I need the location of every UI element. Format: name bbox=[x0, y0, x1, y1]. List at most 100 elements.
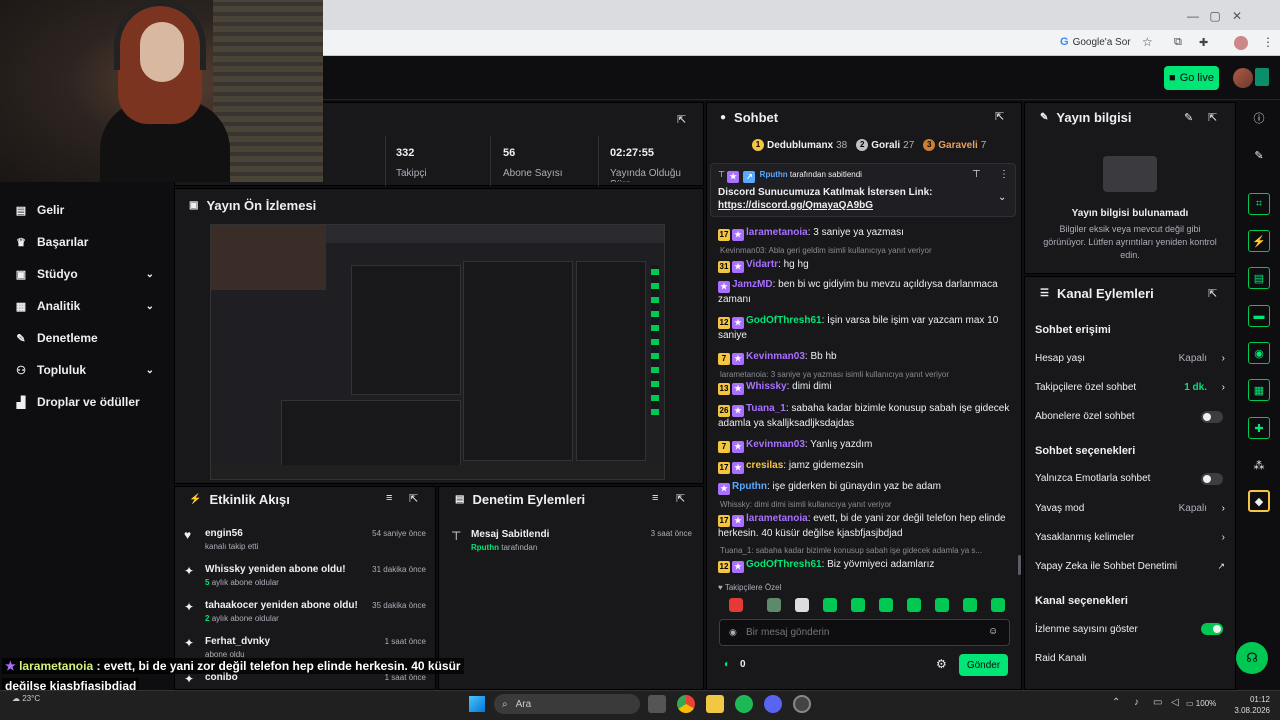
chat-username[interactable]: GodOfThresh61 bbox=[746, 315, 822, 326]
discord-icon[interactable] bbox=[764, 695, 782, 713]
popout-icon[interactable]: ⇱ bbox=[995, 110, 1004, 123]
pinned-more-icon[interactable]: ⋮ bbox=[999, 169, 1009, 180]
chat-icon[interactable]: ▬ bbox=[1248, 305, 1270, 327]
task-view-icon[interactable] bbox=[648, 695, 666, 713]
emote-only-toggle[interactable] bbox=[1201, 473, 1223, 485]
slow-mode-row[interactable]: Yavaş mod Kapalı › bbox=[1035, 503, 1225, 514]
help-headset-icon[interactable]: ☊ bbox=[1236, 642, 1268, 674]
sidebar-item-topluluk[interactable]: ⚇ Topluluk ⌄ bbox=[14, 359, 164, 381]
sidebar-item-droplar-ve-d-ller[interactable]: ▟ Droplar ve ödüller bbox=[14, 391, 164, 413]
chevron-down-icon[interactable]: ⌄ bbox=[146, 301, 154, 312]
chevron-down-icon[interactable]: ⌄ bbox=[146, 365, 154, 376]
chrome-icon[interactable] bbox=[677, 695, 695, 713]
extensions-icon[interactable]: ⧉ bbox=[1174, 36, 1182, 49]
popout-icon[interactable]: ⇱ bbox=[1208, 111, 1217, 124]
leaderboard-entry[interactable]: 3 Garaveli 7 bbox=[923, 139, 986, 151]
chat-username[interactable]: Tuana_1 bbox=[746, 403, 786, 414]
edit-icon[interactable]: ✎ bbox=[1248, 144, 1270, 166]
leaderboard-entry[interactable]: 2 Gorali 27 bbox=[856, 139, 914, 151]
network-icon[interactable]: ▭ bbox=[1153, 697, 1162, 708]
chat-username[interactable]: Kevinman03 bbox=[746, 439, 805, 450]
more-menu-icon[interactable]: ⋮ bbox=[1262, 35, 1274, 49]
emote-picker-icon[interactable]: ◉ bbox=[729, 627, 737, 638]
chat-username[interactable]: cresilas bbox=[746, 460, 783, 471]
sidebar-item-analitik[interactable]: ▦ Analitik ⌄ bbox=[14, 295, 164, 317]
taskbar-clock[interactable]: 01:12 3.08.2026 bbox=[1232, 694, 1270, 716]
broadcast-icon[interactable]: ◉ bbox=[1248, 342, 1270, 364]
unpin-icon[interactable]: ⊤ bbox=[972, 169, 981, 180]
pinned-link[interactable]: https://discord.gg/QmayaQA9bG bbox=[718, 200, 873, 211]
battery-indicator[interactable]: ▭ 100% bbox=[1186, 699, 1216, 708]
minimize-icon[interactable]: — bbox=[1182, 9, 1204, 23]
emote-icon[interactable] bbox=[935, 598, 949, 612]
popout-icon[interactable]: ⇱ bbox=[676, 492, 685, 505]
window-controls[interactable]: — ▢ ✕ bbox=[1182, 7, 1248, 25]
user-avatar[interactable] bbox=[1233, 68, 1253, 88]
taskbar-search[interactable]: ⌕ Ara bbox=[494, 694, 640, 714]
profile-icon[interactable] bbox=[1234, 36, 1248, 50]
maximize-icon[interactable]: ▢ bbox=[1204, 9, 1226, 23]
sidebar-item-st-dyo[interactable]: ▣ Stüdyo ⌄ bbox=[14, 263, 164, 285]
chat-scrollbar[interactable] bbox=[1018, 555, 1021, 575]
popout-icon[interactable]: ⇱ bbox=[409, 492, 418, 505]
followers-chat-row[interactable]: Takipçilere özel sohbet 1 dk. › bbox=[1035, 382, 1225, 393]
emote-icon[interactable] bbox=[767, 598, 781, 612]
close-icon[interactable]: ✕ bbox=[1226, 9, 1248, 23]
wrench-icon[interactable]: ✚ bbox=[1248, 417, 1270, 439]
ai-mod-row[interactable]: Yapay Zeka ile Sohbet Denetimi ↗ bbox=[1035, 561, 1225, 572]
layout-icon[interactable]: ▦ bbox=[1248, 379, 1270, 401]
volume-icon[interactable]: ◁ bbox=[1171, 697, 1179, 708]
weather-widget[interactable]: ☁ 23°C bbox=[12, 694, 40, 703]
microphone-icon[interactable]: ♪ bbox=[1134, 697, 1139, 708]
chat-username[interactable]: larametanoia bbox=[746, 513, 808, 524]
emote-icon[interactable] bbox=[795, 598, 809, 612]
app-icon[interactable] bbox=[1255, 68, 1269, 86]
sidebar-item-gelir[interactable]: ▤ Gelir bbox=[14, 199, 164, 221]
mod-action-actor[interactable]: Rputhn bbox=[471, 543, 499, 552]
leaderboard-entry[interactable]: 1 Dedublumanx 38 bbox=[752, 139, 847, 151]
banned-words-row[interactable]: Yasaklanmış kelimeler › bbox=[1035, 532, 1225, 543]
obs-icon[interactable] bbox=[793, 695, 811, 713]
puzzle-icon[interactable]: ✚ bbox=[1199, 36, 1208, 49]
stream-preview[interactable] bbox=[210, 224, 665, 480]
bookmark-star-icon[interactable]: ☆ bbox=[1142, 35, 1153, 49]
raid-channel-label[interactable]: Raid Kanalı bbox=[1035, 653, 1225, 664]
emoji-icon[interactable]: ☺ bbox=[988, 626, 998, 637]
chat-username[interactable]: GodOfThresh61 bbox=[746, 559, 822, 570]
chat-username[interactable]: Rputhn bbox=[732, 481, 767, 492]
google-ask-button[interactable]: G Google'a Sor bbox=[1060, 36, 1131, 48]
chat-username[interactable]: Vidartr bbox=[746, 259, 778, 270]
chat-username[interactable]: Kevinman03 bbox=[746, 351, 805, 362]
emote-icon[interactable] bbox=[991, 598, 1005, 612]
clip-icon[interactable]: ⌗ bbox=[1248, 193, 1270, 215]
popout-icon[interactable]: ⇱ bbox=[1208, 287, 1217, 300]
tray-chevron-icon[interactable]: ⌃ bbox=[1112, 697, 1120, 708]
emote-icon[interactable] bbox=[879, 598, 893, 612]
file-explorer-icon[interactable] bbox=[706, 695, 724, 713]
lightning-icon[interactable]: ⚡ bbox=[1248, 230, 1270, 252]
go-live-button[interactable]: ■ Go live bbox=[1164, 66, 1219, 90]
chat-settings-icon[interactable]: ⚙ bbox=[936, 657, 947, 671]
chat-message-input[interactable] bbox=[746, 624, 976, 640]
spotify-icon[interactable] bbox=[735, 695, 753, 713]
chevron-down-icon[interactable]: ⌄ bbox=[146, 269, 154, 280]
windows-start-icon[interactable] bbox=[469, 696, 485, 712]
emote-icon[interactable] bbox=[851, 598, 865, 612]
users-icon[interactable]: ⁂ bbox=[1248, 454, 1270, 476]
emote-icon[interactable] bbox=[823, 598, 837, 612]
chat-username[interactable]: Whissky bbox=[746, 381, 787, 392]
filter-icon[interactable]: ≡ bbox=[652, 492, 658, 504]
filter-icon[interactable]: ≡ bbox=[386, 492, 392, 504]
emote-icon[interactable] bbox=[729, 598, 743, 612]
emote-icon[interactable] bbox=[963, 598, 977, 612]
diamond-icon[interactable]: ◆ bbox=[1248, 490, 1270, 512]
info-icon[interactable]: ⓘ bbox=[1248, 107, 1270, 129]
chat-username[interactable]: JamzMD bbox=[732, 279, 773, 290]
send-button[interactable]: Gönder bbox=[959, 654, 1008, 676]
chat-username[interactable]: larametanoia bbox=[746, 227, 808, 238]
popout-icon[interactable]: ⇱ bbox=[677, 113, 686, 126]
channel-points-icon[interactable]: ◐ bbox=[724, 659, 730, 670]
pinned-by-user[interactable]: Rputhn bbox=[760, 170, 788, 179]
sidebar-item-ba-ar-lar[interactable]: ♛ Başarılar bbox=[14, 231, 164, 253]
edit-icon[interactable]: ✎ bbox=[1184, 111, 1193, 124]
